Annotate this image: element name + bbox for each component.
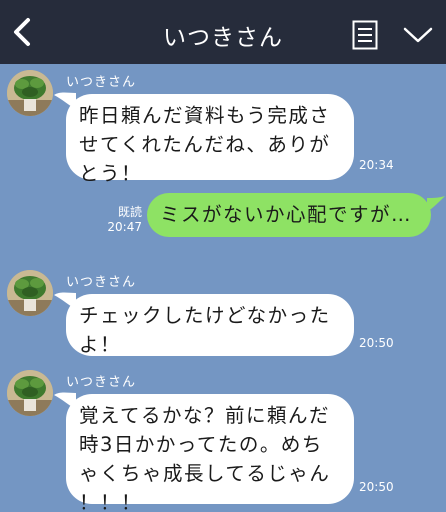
plant-avatar-icon (7, 270, 53, 316)
read-receipt: 既読 20:47 (107, 205, 142, 234)
chat-header: いつきさん (0, 0, 446, 64)
message-bubble-outgoing[interactable]: ミスがないか心配ですが… (147, 193, 431, 237)
bubble-tail (427, 196, 445, 212)
plant-avatar-icon (7, 70, 53, 116)
avatar[interactable] (7, 70, 53, 116)
message-bubble[interactable]: 覚えてるかな？前に頼んだ 時3日かかってたの。めち ゃくちゃ成長してるじゃん ！… (66, 394, 354, 512)
message-time: 20:34 (359, 158, 394, 172)
avatar[interactable] (7, 270, 53, 316)
sender-name: いつきさん (66, 75, 137, 90)
message-bubble[interactable]: 昨日頼んだ資料もう完成さ せてくれたんだね、ありが とう！ (66, 94, 354, 185)
note-list-icon[interactable] (352, 20, 378, 50)
message-time: 20:50 (359, 336, 394, 350)
plant-avatar-icon (7, 370, 53, 416)
chat-title: いつきさん (163, 25, 283, 51)
sender-name: いつきさん (66, 275, 137, 290)
message-time: 20:50 (359, 480, 394, 494)
message-bubble[interactable]: チェックしたけどなかった よ！ (66, 294, 354, 356)
chevron-down-icon[interactable] (402, 24, 434, 46)
sender-name: いつきさん (66, 375, 137, 390)
avatar[interactable] (7, 370, 53, 416)
